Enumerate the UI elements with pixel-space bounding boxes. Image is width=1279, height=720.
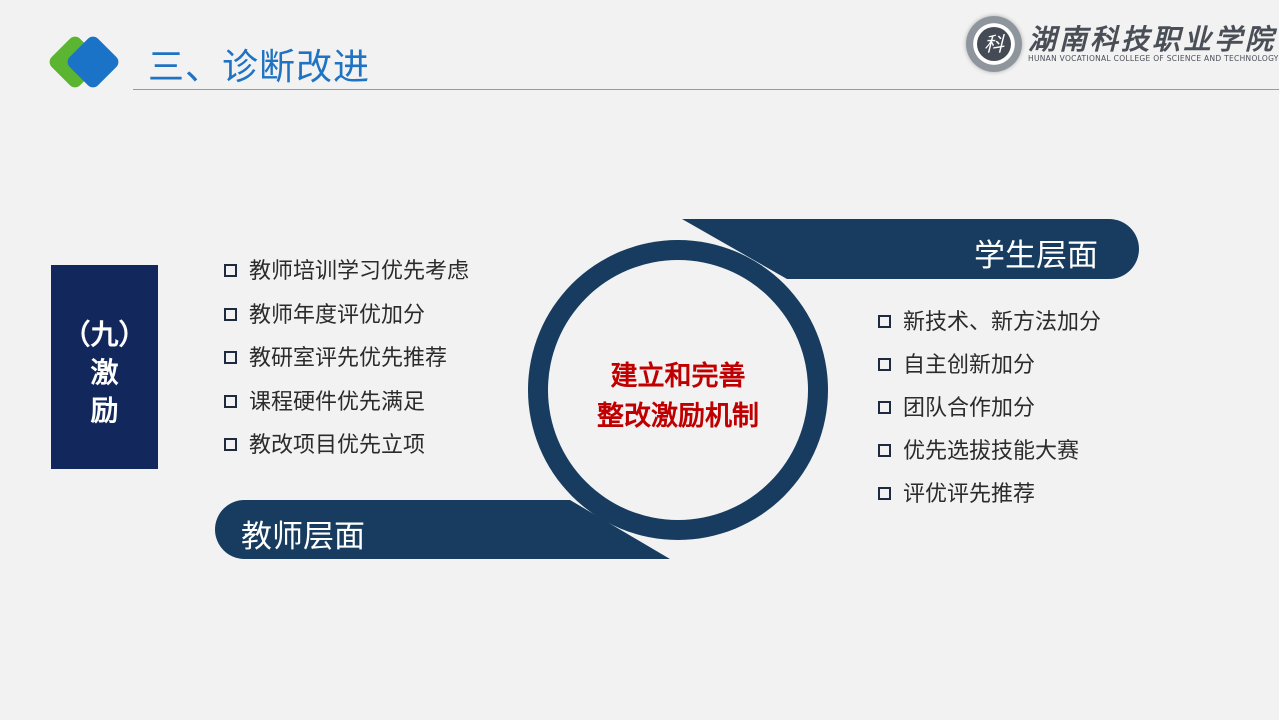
center-text-line-2: 整改激励机制 — [597, 401, 759, 432]
section-tag: （九） 激 励 — [51, 265, 158, 469]
list-item: 教改项目优先立项 — [224, 431, 425, 461]
square-checkbox-icon — [878, 486, 891, 500]
list-item-label: 教研室评先优先推荐 — [249, 346, 448, 371]
list-item-label: 教改项目优先立项 — [249, 433, 426, 458]
square-checkbox-icon — [224, 394, 237, 408]
page-title: 三、诊断改进 — [148, 47, 371, 88]
header-divider — [133, 89, 1279, 90]
college-name: 湖南科技职业学院 — [1028, 23, 1277, 56]
list-item: 教师年度评优加分 — [224, 301, 425, 331]
list-item-label: 课程硬件优先满足 — [249, 390, 426, 415]
square-checkbox-icon — [878, 357, 891, 371]
college-english-name: HUNAN VOCATIONAL COLLEGE OF SCIENCE AND … — [1028, 54, 1279, 63]
center-text-line-1: 建立和完善 — [610, 361, 746, 392]
teacher-level-label: 教师层面 — [241, 519, 365, 555]
square-checkbox-icon — [878, 314, 891, 328]
square-checkbox-icon — [878, 443, 891, 457]
square-checkbox-icon — [224, 350, 237, 364]
list-item: 教师培训学习优先考虑 — [224, 257, 469, 287]
list-item-label: 优先选拔技能大赛 — [903, 439, 1080, 464]
list-item: 自主创新加分 — [878, 351, 1035, 381]
square-checkbox-icon — [224, 307, 237, 321]
list-item-label: 自主创新加分 — [903, 353, 1036, 378]
slide: 三、诊断改进 科 湖南科技职业学院 HUNAN VOCATIONAL COLLE… — [0, 0, 1279, 720]
list-item-label: 团队合作加分 — [903, 396, 1036, 421]
list-item-label: 教师年度评优加分 — [249, 303, 426, 328]
square-checkbox-icon — [878, 400, 891, 414]
list-item-label: 新技术、新方法加分 — [903, 310, 1102, 335]
square-checkbox-icon — [224, 437, 237, 451]
list-item-label: 教师培训学习优先考虑 — [249, 259, 470, 284]
list-item: 优先选拔技能大赛 — [878, 437, 1079, 467]
section-tag-char-1: 激 — [90, 356, 119, 389]
college-seal-icon: 科 — [966, 16, 1022, 72]
section-tag-char-2: 励 — [90, 394, 119, 427]
student-level-label: 学生层面 — [974, 238, 1098, 274]
list-item: 团队合作加分 — [878, 394, 1035, 424]
section-tag-number: （九） — [62, 318, 147, 351]
center-ring: 建立和完善 整改激励机制 — [528, 240, 828, 540]
center-circle: 建立和完善 整改激励机制 — [548, 260, 808, 520]
list-item: 评优评先推荐 — [878, 480, 1035, 510]
list-item: 课程硬件优先满足 — [224, 388, 425, 418]
seal-character: 科 — [977, 27, 1011, 61]
list-item: 新技术、新方法加分 — [878, 308, 1101, 338]
list-item: 教研室评先优先推荐 — [224, 344, 447, 374]
college-logo: 科 湖南科技职业学院 HUNAN VOCATIONAL COLLEGE OF S… — [966, 14, 1278, 74]
square-checkbox-icon — [224, 263, 237, 277]
list-item-label: 评优评先推荐 — [903, 482, 1036, 507]
